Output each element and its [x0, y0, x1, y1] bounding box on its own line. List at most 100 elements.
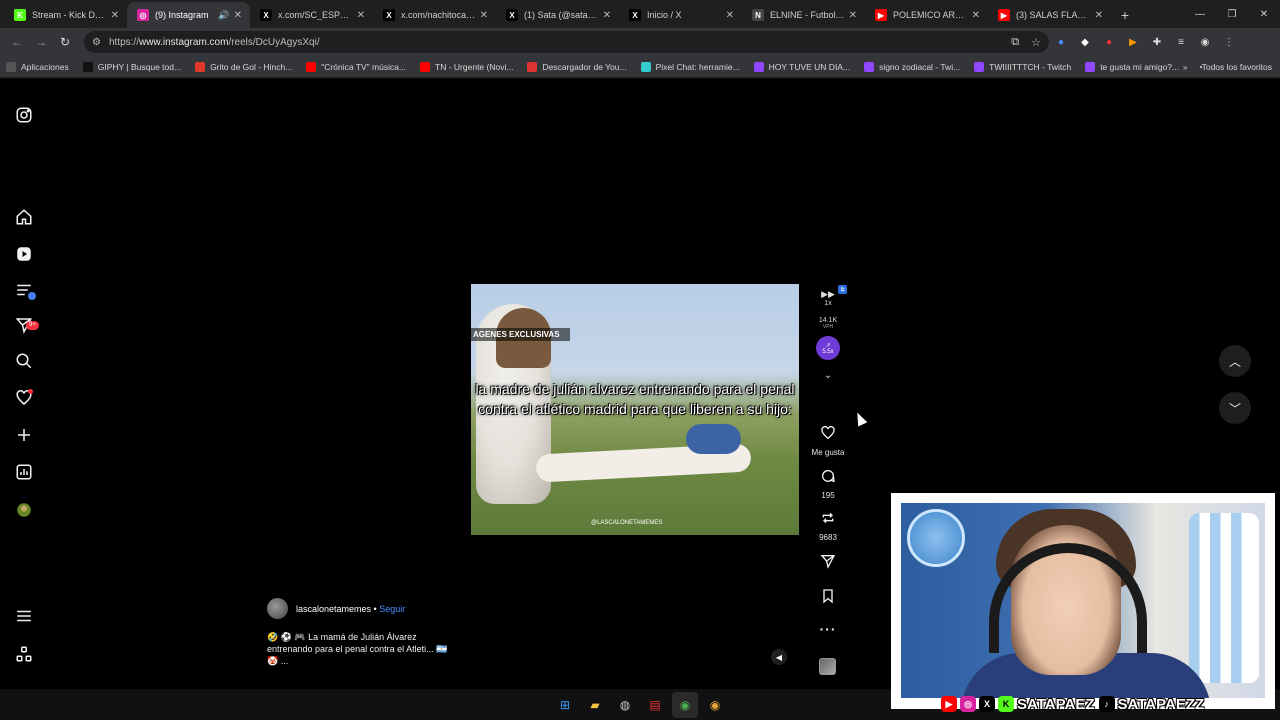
reel-video[interactable]: AGENES EXCLUSIVAS la madre de julián alv…: [471, 284, 799, 535]
bookmark-item[interactable]: Aplicaciones: [6, 61, 69, 72]
menu-kebab-icon[interactable]: ⋮: [1217, 31, 1241, 53]
all-bookmarks[interactable]: » Todos los favoritos: [1183, 56, 1272, 78]
bookmark-favicon-icon: [420, 61, 431, 72]
new-tab-button[interactable]: +: [1111, 2, 1139, 28]
bookmark-favicon-icon: [864, 61, 875, 72]
instagram-logo-icon[interactable]: [14, 105, 34, 125]
chrome-profile-icon[interactable]: ◉: [702, 692, 728, 718]
forward-icon[interactable]: →: [30, 31, 52, 53]
reels-icon[interactable]: [14, 244, 34, 264]
browser-tab[interactable]: N ELNINE - Futbol en V ✕: [742, 2, 865, 28]
bookmark-star-icon[interactable]: ☆: [1031, 36, 1041, 49]
comment-button[interactable]: 195: [808, 468, 848, 500]
extension-translate-icon[interactable]: ●: [1049, 31, 1073, 53]
tab-close-icon[interactable]: ✕: [1095, 10, 1103, 21]
chrome-icon[interactable]: ◉: [672, 691, 698, 718]
mute-toggle-icon[interactable]: ◀: [771, 649, 787, 665]
extension-diamond-icon[interactable]: ◆: [1073, 31, 1097, 53]
browser-tab[interactable]: Xx.com/SC_ESPN/statu ✕: [250, 2, 373, 28]
share-icon: [820, 555, 836, 569]
dashboard-icon[interactable]: [14, 462, 34, 482]
media-controls-icon[interactable]: ≡: [1169, 31, 1193, 53]
extension-red-icon[interactable]: ●: [1097, 31, 1121, 53]
bookmark-item[interactable]: signo zodiacal - Twi...: [864, 61, 960, 72]
tab-strip: KStream - Kick Dashbo✕◎(9) Instagram🔊✕Xx…: [0, 0, 1280, 28]
bookmark-label: Aplicaciones: [21, 61, 69, 72]
next-reel-button[interactable]: ﹀: [1219, 392, 1251, 424]
extensions-puzzle-icon[interactable]: ✚: [1145, 31, 1169, 53]
close-window-icon[interactable]: ✕: [1248, 0, 1280, 28]
tab-close-icon[interactable]: ✕: [849, 10, 857, 21]
reel-description[interactable]: 🤣 ⚽ 🎮 La mamá de Julián Álvarez entrenan…: [267, 631, 452, 667]
site-info-icon[interactable]: ⚙: [92, 37, 101, 48]
instagram-icon: ◎: [960, 696, 976, 712]
reload-icon[interactable]: ↻: [54, 31, 76, 53]
tab-close-icon[interactable]: ✕: [357, 10, 365, 21]
follow-button[interactable]: Seguir: [379, 604, 405, 614]
tab-close-icon[interactable]: ✕: [480, 10, 488, 21]
browser-tab[interactable]: K Stream - Kick Dashbo ✕: [4, 2, 127, 28]
previous-reel-button[interactable]: ︿: [1219, 345, 1251, 377]
tab-close-icon[interactable]: ✕: [726, 10, 734, 21]
audio-thumbnail[interactable]: [819, 658, 836, 675]
boost-button[interactable]: ↗ 5.5x: [816, 336, 840, 360]
bookmark-item[interactable]: TN - Urgente (Novi...: [420, 61, 513, 72]
browser-tab[interactable]: ◎ (9) Instagram 🔊 ✕: [127, 2, 250, 28]
start-windows-icon[interactable]: ⊞: [552, 692, 578, 718]
author-avatar[interactable]: [267, 598, 288, 619]
like-button[interactable]: Me gusta: [808, 425, 848, 457]
more-bookmarks-icon[interactable]: »: [1183, 62, 1188, 72]
back-icon[interactable]: ←: [6, 31, 28, 53]
messages-icon[interactable]: 9+: [14, 315, 39, 335]
address-bar[interactable]: ⚙ https://www.instagram.com/reels/DcUyAg…: [84, 31, 1049, 53]
tab-favicon-icon: X: [383, 9, 395, 21]
feed-filter-icon[interactable]: [14, 280, 36, 300]
tab-close-icon[interactable]: ✕: [111, 10, 119, 21]
browser-tab[interactable]: Xx.com/nachitocarp_/ ✕: [373, 2, 496, 28]
app-red-icon[interactable]: ▤: [642, 692, 668, 718]
fast-forward-icon[interactable]: ▶▶: [812, 289, 844, 300]
home-icon[interactable]: [14, 207, 34, 227]
browser-tab[interactable]: ▶ POLEMICO ARBITRAJ ✕: [865, 2, 988, 28]
notifications-heart-icon[interactable]: [14, 388, 34, 408]
browser-tab[interactable]: X Inicio / X ✕: [619, 2, 742, 28]
obs-icon[interactable]: ◍: [612, 692, 638, 718]
tab-close-icon[interactable]: ✕: [234, 10, 242, 21]
bookmark-item[interactable]: "Crónica TV" música...: [306, 61, 406, 72]
bookmark-favicon-icon: [753, 61, 764, 72]
browser-tab[interactable]: X (1) Sata (@satapaez) ✕: [496, 2, 619, 28]
bookmark-item[interactable]: TWIIIITTTCH - Twitch: [974, 61, 1071, 72]
profile-avatar[interactable]: [14, 500, 34, 520]
create-plus-icon[interactable]: [14, 425, 34, 445]
bookmark-item[interactable]: Pixel Chat: herramie...: [640, 61, 740, 72]
bookmark-item[interactable]: GIPHY | Busque tod...: [82, 61, 181, 72]
speed-panel[interactable]: ▶▶ 1x 14.1K VPH ↗ 5.5x ⌄: [812, 289, 844, 381]
restore-icon[interactable]: ❐: [1216, 0, 1248, 28]
share-button[interactable]: [808, 553, 848, 574]
profile-avatar-icon[interactable]: ◉: [1193, 31, 1217, 53]
repost-button[interactable]: 9683: [808, 510, 848, 542]
bookmark-item[interactable]: HOY TUVE UN DIA...: [753, 61, 850, 72]
tab-close-icon[interactable]: ✕: [603, 10, 611, 21]
collapse-chevron-icon[interactable]: ⌄: [812, 370, 844, 381]
search-icon[interactable]: [14, 351, 34, 371]
minimize-icon[interactable]: —: [1184, 0, 1216, 28]
file-explorer-icon[interactable]: ▰: [582, 692, 608, 718]
browser-tab[interactable]: ▶ (3) SALAS FLACO, BH ✕: [988, 2, 1111, 28]
author-username[interactable]: lascalonetamemes: [296, 604, 371, 614]
bookmark-item[interactable]: Grito de Gol - Hinch...: [195, 61, 292, 72]
extension-play-icon[interactable]: ▶: [1121, 31, 1145, 53]
reel-player[interactable]: AGENES EXCLUSIVAS la madre de julián alv…: [471, 91, 799, 677]
tab-audio-icon[interactable]: 🔊: [218, 10, 229, 21]
speed-label: 1x: [824, 300, 832, 307]
more-options-button[interactable]: ···: [808, 621, 848, 639]
bookmark-label: Descargador de You...: [542, 61, 627, 72]
tab-close-icon[interactable]: ✕: [972, 10, 980, 21]
bookmark-item[interactable]: te gusta mi amigo?...: [1085, 61, 1179, 72]
also-from-meta-icon[interactable]: [14, 644, 34, 664]
tab-title: ELNINE - Futbol en V: [770, 10, 845, 20]
save-button[interactable]: [808, 588, 848, 609]
bookmark-item[interactable]: Descargador de You...: [527, 61, 627, 72]
more-menu-icon[interactable]: [14, 606, 34, 626]
install-app-icon[interactable]: ⧉: [1011, 36, 1019, 49]
